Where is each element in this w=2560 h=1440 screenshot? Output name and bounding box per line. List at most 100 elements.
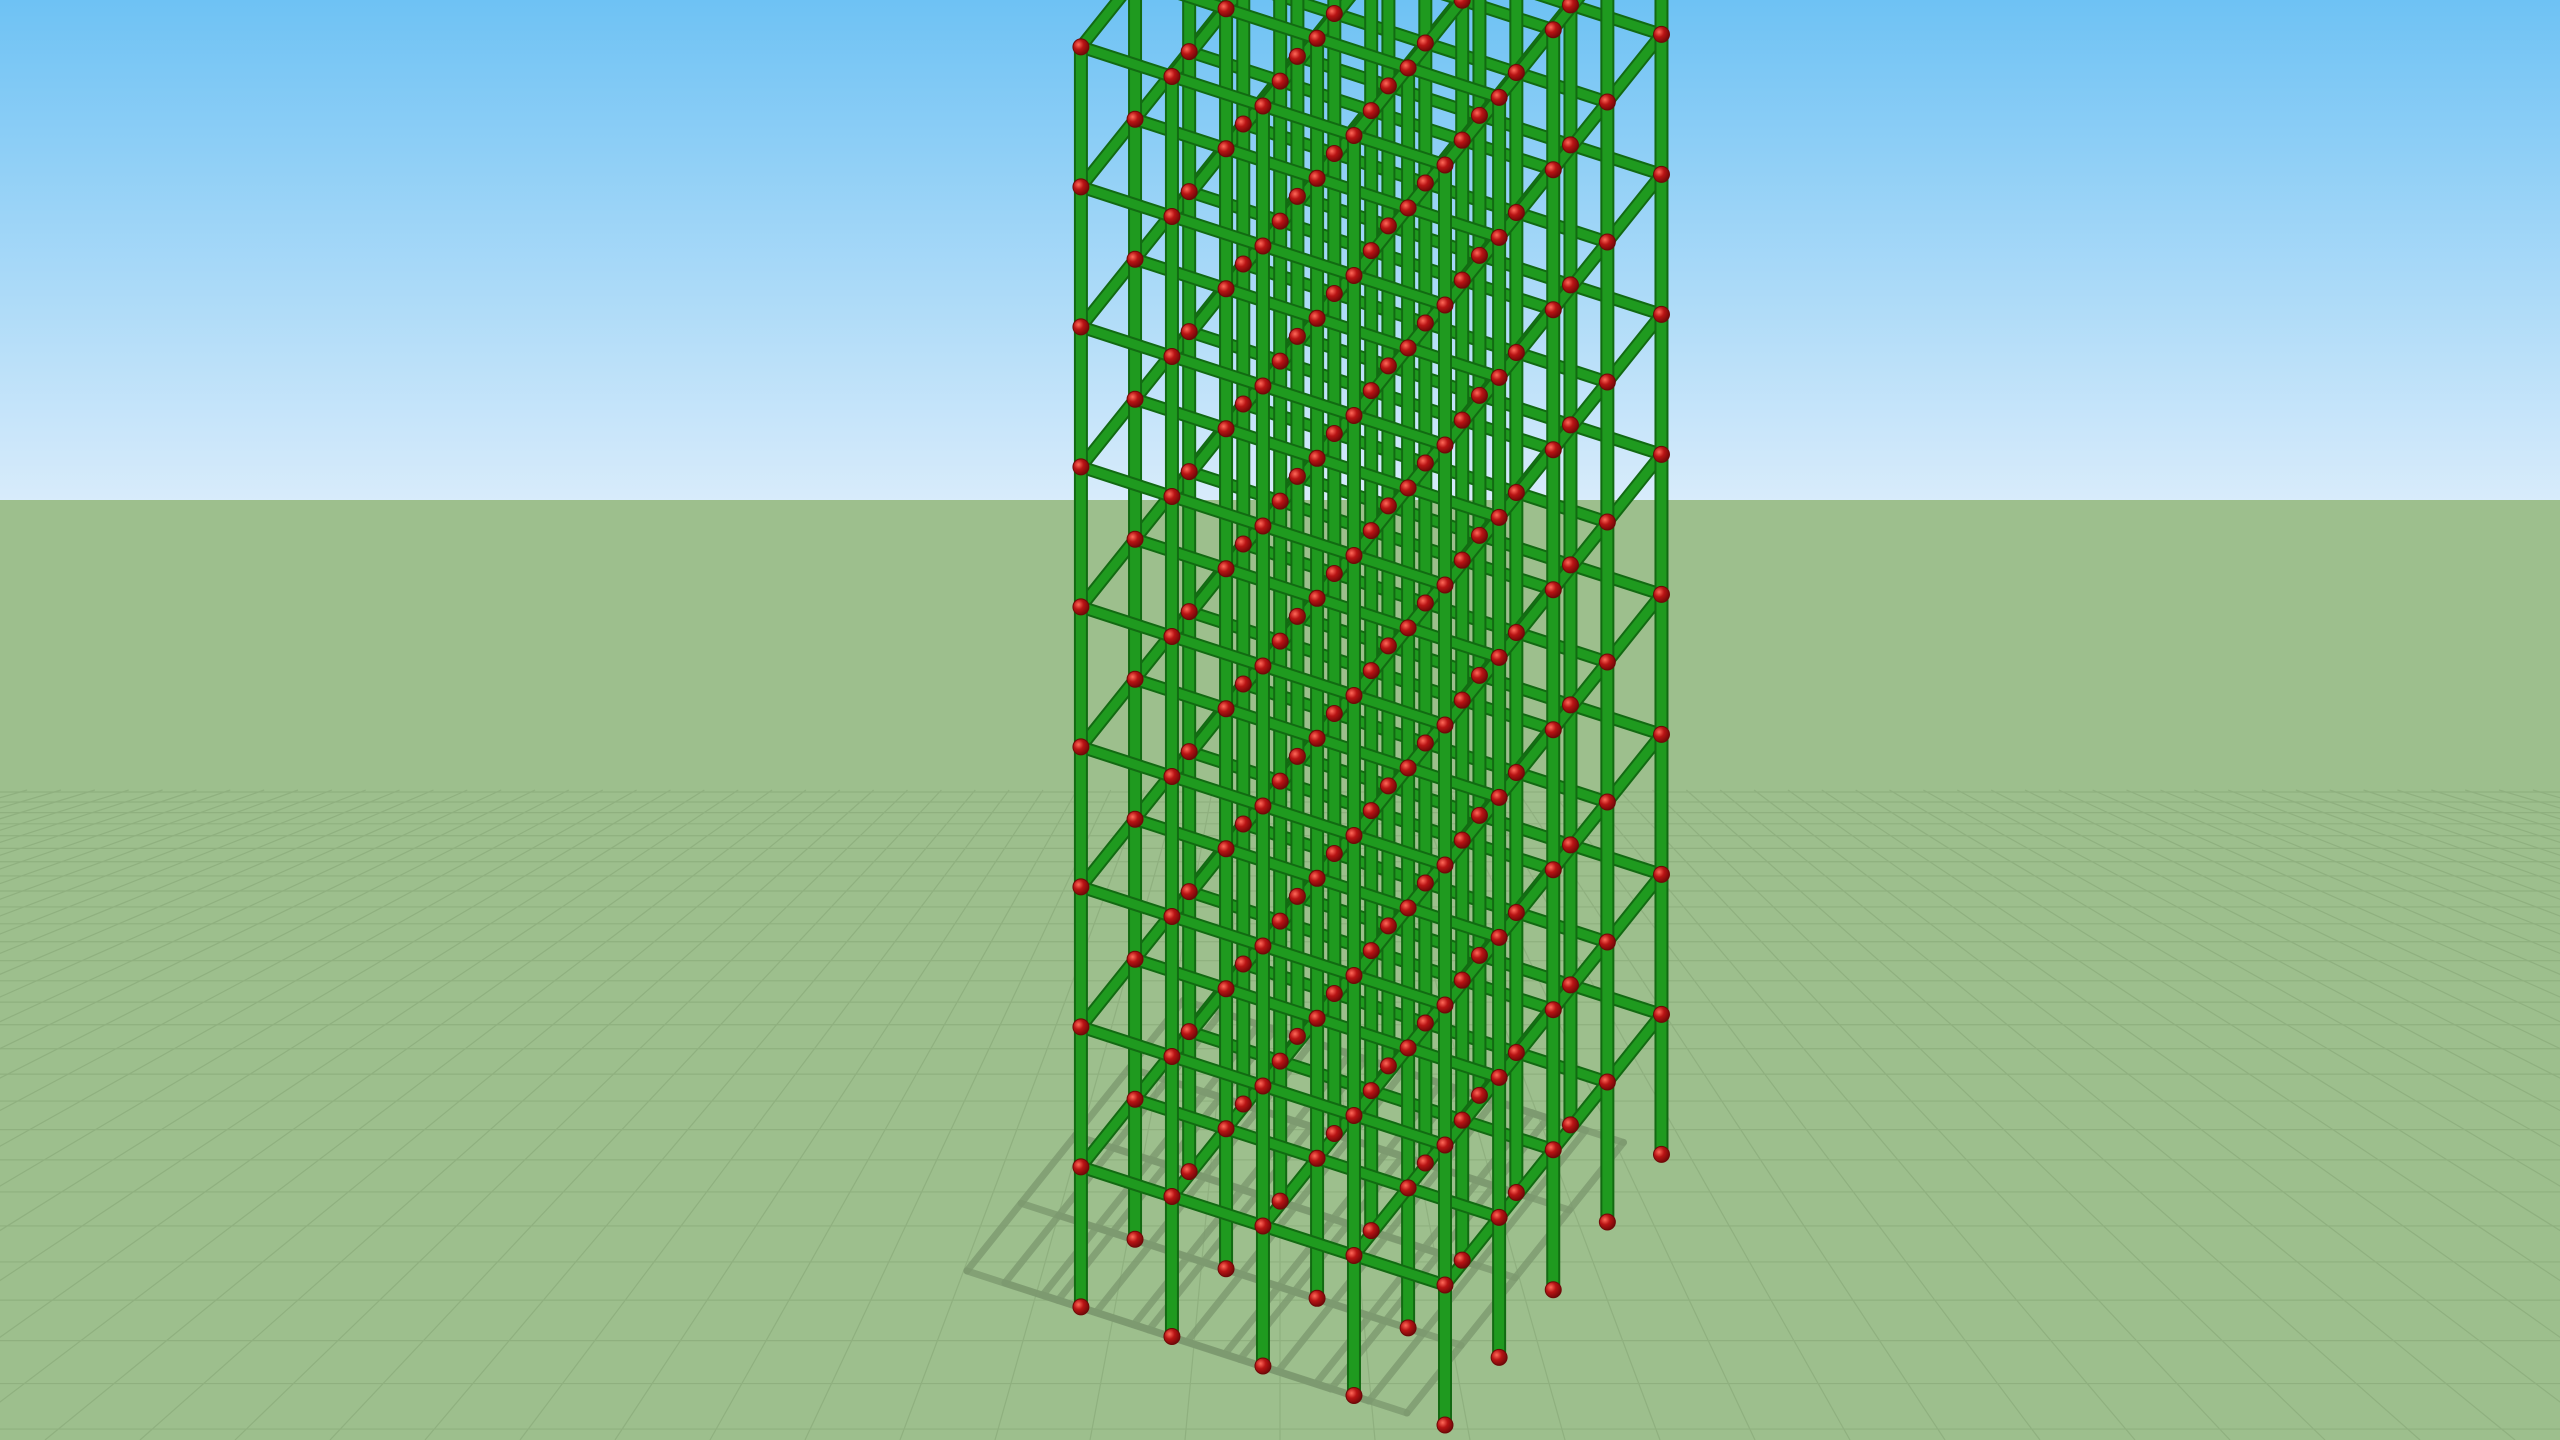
joint-node [1271,772,1289,790]
joint-node [1399,479,1417,497]
joint-node [1561,836,1579,854]
joint-node [1436,436,1454,454]
joint-node [1470,526,1488,544]
joint-node [1507,484,1525,502]
joint-node [1072,178,1090,196]
joint-node [1254,97,1272,115]
joint-node [1254,377,1272,395]
joint-node [1072,1158,1090,1176]
joint-node [1490,788,1508,806]
3d-viewport[interactable] [0,0,2560,1440]
joint-node [1126,1230,1144,1248]
scene-canvas[interactable] [0,0,2560,1440]
joint-node [1544,161,1562,179]
joint-node [1345,546,1363,564]
joint-node [1325,1124,1343,1142]
joint-node [1072,878,1090,896]
joint-node [1652,165,1670,183]
joint-node [1470,806,1488,824]
joint-node [1271,1052,1289,1070]
joint-node [1234,955,1252,973]
joint-node [1163,907,1181,925]
joint-node [1254,517,1272,535]
joint-node [1308,1009,1326,1027]
joint-node [1507,764,1525,782]
joint-node [1325,704,1343,722]
joint-node [1325,4,1343,22]
joint-node [1325,984,1343,1002]
joint-node [1271,352,1289,370]
joint-node [1561,0,1579,14]
joint-node [1072,458,1090,476]
joint-node [1345,1246,1363,1264]
joint-node [1254,1077,1272,1095]
joint-node [1180,43,1198,61]
joint-node [1416,1014,1434,1032]
joint-node [1652,1145,1670,1163]
joint-node [1217,700,1235,718]
joint-node [1362,662,1380,680]
joint-node [1271,212,1289,230]
joint-node [1345,1386,1363,1404]
joint-node [1490,368,1508,386]
joint-node [1416,314,1434,332]
joint-node [1436,296,1454,314]
joint-node [1379,777,1397,795]
joint-node [1180,323,1198,341]
joint-node [1652,1005,1670,1023]
joint-node [1325,144,1343,162]
joint-node [1271,72,1289,90]
joint-node [1180,463,1198,481]
joint-node [1598,933,1616,951]
joint-node [1470,246,1488,264]
joint-node [1453,1111,1471,1129]
joint-node [1325,844,1343,862]
joint-node [1561,416,1579,434]
joint-node [1561,1116,1579,1134]
joint-node [1399,619,1417,637]
joint-node [1416,874,1434,892]
joint-node [1288,1027,1306,1045]
joint-node [1180,603,1198,621]
joint-node [1072,318,1090,336]
joint-node [1163,1187,1181,1205]
joint-node [1544,301,1562,319]
joint-node [1126,250,1144,268]
joint-node [1254,1357,1272,1375]
joint-node [1598,1213,1616,1231]
joint-node [1288,467,1306,485]
joint-node [1544,21,1562,39]
joint-node [1598,93,1616,111]
joint-node [1399,899,1417,917]
joint-node [1652,725,1670,743]
joint-node [1180,183,1198,201]
joint-node [1561,556,1579,574]
joint-node [1254,657,1272,675]
joint-node [1180,1023,1198,1041]
joint-node [1362,942,1380,960]
joint-node [1490,928,1508,946]
joint-node [1126,1090,1144,1108]
joint-node [1399,199,1417,217]
joint-node [1399,759,1417,777]
joint-node [1490,508,1508,526]
joint-node [1254,237,1272,255]
joint-node [1325,424,1343,442]
joint-node [1490,88,1508,106]
joint-node [1379,357,1397,375]
joint-node [1288,327,1306,345]
joint-node [1180,743,1198,761]
joint-node [1163,1327,1181,1345]
joint-node [1544,721,1562,739]
joint-node [1308,1149,1326,1167]
joint-node [1072,1298,1090,1316]
joint-node [1362,802,1380,820]
joint-node [1345,266,1363,284]
joint-node [1163,487,1181,505]
joint-node [1254,797,1272,815]
joint-node [1436,156,1454,174]
joint-node [1217,560,1235,578]
joint-node [1254,1217,1272,1235]
joint-node [1453,271,1471,289]
joint-node [1379,1057,1397,1075]
